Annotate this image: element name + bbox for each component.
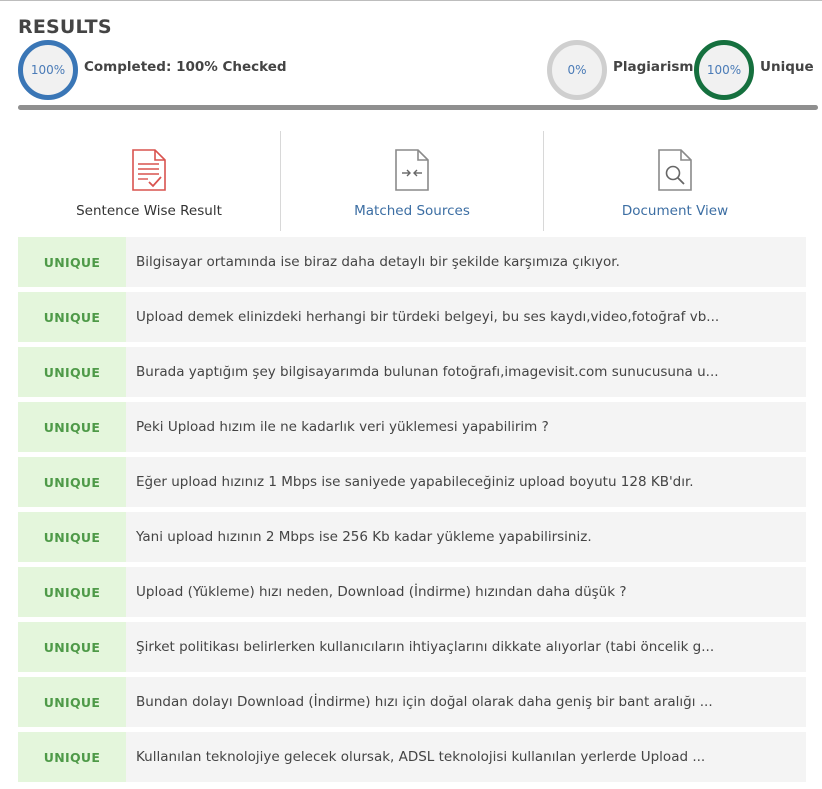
result-sentence: Burada yaptığım şey bilgisayarımda bulun… xyxy=(136,364,719,380)
tab-label: Document View xyxy=(621,203,729,219)
top-divider xyxy=(0,0,822,3)
result-sentence: Upload demek elinizdeki herhangi bir tür… xyxy=(136,309,720,325)
check-progress-fill xyxy=(18,105,818,110)
check-progress-bar xyxy=(18,105,818,110)
document-compare-icon xyxy=(395,149,429,191)
result-row[interactable]: UNIQUE Peki Upload hızım ile ne kadarlık… xyxy=(18,402,806,452)
result-row[interactable]: UNIQUE Yani upload hızının 2 Mbps ise 25… xyxy=(18,512,806,562)
unique-status-badge: UNIQUE xyxy=(18,512,126,562)
unique-status-badge: UNIQUE xyxy=(18,237,126,287)
unique-status-badge: UNIQUE xyxy=(18,567,126,617)
plagiarism-percent-value: 0% xyxy=(567,63,587,77)
document-check-icon xyxy=(132,149,166,191)
tab-sentence-wise-result[interactable]: Sentence Wise Result xyxy=(18,131,280,231)
plagiarism-percent-circle: 0% xyxy=(547,40,607,100)
result-row[interactable]: UNIQUE Burada yaptığım şey bilgisayarımd… xyxy=(18,347,806,397)
tab-label: Matched Sources xyxy=(354,203,470,219)
result-row[interactable]: UNIQUE Kullanılan teknolojiye gelecek ol… xyxy=(18,732,806,782)
tab-matched-sources[interactable]: Matched Sources xyxy=(280,131,543,231)
unique-status-badge: UNIQUE xyxy=(18,732,126,782)
result-sentence: Yani upload hızının 2 Mbps ise 256 Kb ka… xyxy=(136,529,592,545)
completed-percent-value: 100% xyxy=(30,63,66,77)
unique-percent-value: 100% xyxy=(706,63,742,77)
unique-status-badge: UNIQUE xyxy=(18,347,126,397)
unique-label: Unique xyxy=(760,59,814,75)
unique-status-badge: UNIQUE xyxy=(18,292,126,342)
sentence-results-list: UNIQUE Bilgisayar ortamında ise biraz da… xyxy=(18,237,806,787)
result-sentence: Şirket politikası belirlerken kullanıcıl… xyxy=(136,639,715,655)
result-sentence: Bilgisayar ortamında ise biraz daha deta… xyxy=(136,254,620,270)
unique-status-badge: UNIQUE xyxy=(18,622,126,672)
page-title: RESULTS xyxy=(18,16,112,38)
tab-document-view[interactable]: Document View xyxy=(543,131,806,231)
result-row[interactable]: UNIQUE Upload demek elinizdeki herhangi … xyxy=(18,292,806,342)
result-sentence: Bundan dolayı Download (İndirme) hızı iç… xyxy=(136,694,713,710)
result-sentence: Eğer upload hızınız 1 Mbps ise saniyede … xyxy=(136,474,694,490)
result-row[interactable]: UNIQUE Bundan dolayı Download (İndirme) … xyxy=(18,677,806,727)
completed-label: Completed: 100% Checked xyxy=(84,59,287,75)
tab-label: Sentence Wise Result xyxy=(76,203,222,219)
unique-status-badge: UNIQUE xyxy=(18,677,126,727)
unique-status-badge: UNIQUE xyxy=(18,457,126,507)
result-sentence: Upload (Yükleme) hızı neden, Download (İ… xyxy=(136,584,627,600)
unique-status-badge: UNIQUE xyxy=(18,402,126,452)
result-row[interactable]: UNIQUE Bilgisayar ortamında ise biraz da… xyxy=(18,237,806,287)
result-row[interactable]: UNIQUE Şirket politikası belirlerken kul… xyxy=(18,622,806,672)
document-search-icon xyxy=(658,149,692,191)
unique-percent-circle: 100% xyxy=(694,40,754,100)
completed-percent-circle: 100% xyxy=(18,40,78,100)
result-view-tabs: Sentence Wise Result Matched Sources Doc… xyxy=(18,131,806,231)
result-sentence: Peki Upload hızım ile ne kadarlık veri y… xyxy=(136,419,549,435)
plagiarism-label: Plagiarism xyxy=(613,59,694,75)
result-row[interactable]: UNIQUE Eğer upload hızınız 1 Mbps ise sa… xyxy=(18,457,806,507)
result-sentence: Kullanılan teknolojiye gelecek olursak, … xyxy=(136,749,706,765)
result-row[interactable]: UNIQUE Upload (Yükleme) hızı neden, Down… xyxy=(18,567,806,617)
